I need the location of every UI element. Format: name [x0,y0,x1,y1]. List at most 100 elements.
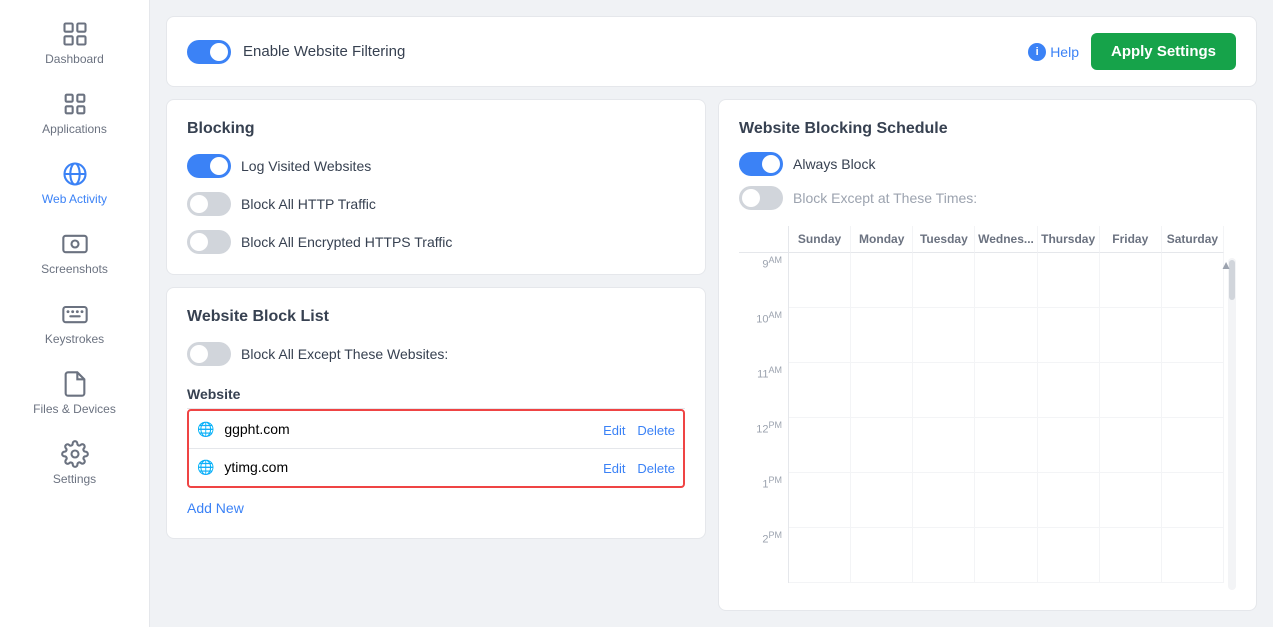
cal-header-mon: Monday [851,226,913,253]
cal-cell[interactable] [851,253,913,308]
cal-cell[interactable] [789,253,851,308]
block-list-title: Website Block List [187,308,685,326]
cal-cell[interactable] [789,473,851,528]
toggle-slider [187,40,231,64]
cal-cell[interactable] [1162,308,1224,363]
cal-cell[interactable] [1100,528,1162,583]
delete-link-0[interactable]: Delete [637,423,675,438]
sidebar-item-web-activity[interactable]: Web Activity [0,148,149,218]
cal-cell[interactable] [1038,528,1100,583]
screenshots-icon [61,230,89,258]
cal-cell[interactable] [913,528,975,583]
calendar-grid: Sunday Monday Tuesday Wednes... Thursday… [739,226,1236,583]
cal-cell[interactable] [851,528,913,583]
cal-cell[interactable] [1038,308,1100,363]
apply-settings-button[interactable]: Apply Settings [1091,33,1236,70]
cal-header-tue: Tuesday [913,226,975,253]
website-table: Website [187,380,685,409]
cal-cell[interactable] [1038,363,1100,418]
cal-time-2pm: 2PM [739,528,789,583]
cal-cell[interactable] [1038,473,1100,528]
sidebar-item-dashboard[interactable]: Dashboard [0,8,149,78]
website-filtering-toggle[interactable] [187,40,231,64]
globe-icon: 🌐 [197,459,214,475]
toggle-slider [739,186,783,210]
cal-cell[interactable] [913,363,975,418]
cal-cell[interactable] [1162,253,1224,308]
applications-icon [61,90,89,118]
globe-icon: 🌐 [197,421,214,437]
log-visited-toggle[interactable] [187,154,231,178]
top-bar: Enable Website Filtering i Help Apply Se… [166,16,1257,87]
always-block-toggle[interactable] [739,152,783,176]
cal-cell[interactable] [975,418,1037,473]
except-times-toggle[interactable] [739,186,783,210]
table-row: 🌐 ytimg.com Edit Delete [189,449,683,487]
sidebar-item-settings[interactable]: Settings [0,428,149,498]
help-icon: i [1028,43,1046,61]
cal-header-sat: Saturday [1162,226,1224,253]
delete-link-1[interactable]: Delete [637,461,675,476]
cal-cell[interactable] [913,418,975,473]
cal-header-sun: Sunday [789,226,851,253]
sidebar-item-keystrokes[interactable]: Keystrokes [0,288,149,358]
cal-cell[interactable] [913,308,975,363]
block-http-toggle[interactable] [187,192,231,216]
cal-cell[interactable] [913,473,975,528]
cal-cell[interactable] [851,473,913,528]
cal-cell[interactable] [1162,363,1224,418]
scroll-up-arrow[interactable]: ▲ [1220,258,1232,272]
cal-header-thu: Thursday [1038,226,1100,253]
toggle-slider [187,192,231,216]
cal-cell[interactable] [1162,418,1224,473]
cal-cell[interactable] [851,308,913,363]
cal-cell[interactable] [789,418,851,473]
log-visited-label: Log Visited Websites [241,158,371,174]
sidebar-item-applications[interactable]: Applications [0,78,149,148]
scrollbar[interactable] [1228,258,1236,590]
block-https-toggle[interactable] [187,230,231,254]
cal-cell[interactable] [789,363,851,418]
cal-cell[interactable] [1100,418,1162,473]
cal-cell[interactable] [913,253,975,308]
cal-cell[interactable] [1162,528,1224,583]
cal-time-1pm: 1PM [739,473,789,528]
cal-cell[interactable] [1162,473,1224,528]
top-bar-left: Enable Website Filtering [187,40,405,64]
content-row: Blocking Log Visited Websites [166,99,1257,611]
cal-cell[interactable] [1100,308,1162,363]
edit-link-0[interactable]: Edit [603,423,625,438]
blocking-item-http: Block All HTTP Traffic [187,192,685,216]
edit-link-1[interactable]: Edit [603,461,625,476]
cal-cell[interactable] [1100,473,1162,528]
web-activity-icon [61,160,89,188]
schedule-panel: Website Blocking Schedule Always Block B… [718,99,1257,611]
cal-cell[interactable] [789,528,851,583]
cal-cell[interactable] [1100,363,1162,418]
block-http-label: Block All HTTP Traffic [241,196,376,212]
cal-cell[interactable] [1100,253,1162,308]
cal-cell[interactable] [975,363,1037,418]
sidebar-item-screenshots[interactable]: Screenshots [0,218,149,288]
add-new-link[interactable]: Add New [187,500,244,516]
cal-cell[interactable] [1038,253,1100,308]
blocking-item-https: Block All Encrypted HTTPS Traffic [187,230,685,254]
cal-cell[interactable] [975,308,1037,363]
cal-cell[interactable] [789,308,851,363]
keystrokes-icon [61,300,89,328]
cal-cell[interactable] [975,473,1037,528]
main-content: Enable Website Filtering i Help Apply Se… [150,0,1273,627]
cal-cell[interactable] [1038,418,1100,473]
cal-cell[interactable] [975,253,1037,308]
cal-time-11am: 11AM [739,363,789,418]
blocking-item-log: Log Visited Websites [187,154,685,178]
block-except-toggle[interactable] [187,342,231,366]
website-filtering-label: Enable Website Filtering [243,43,405,60]
cal-cell[interactable] [975,528,1037,583]
toggle-slider [187,342,231,366]
cal-cell[interactable] [851,418,913,473]
cal-cell[interactable] [851,363,913,418]
sidebar-item-files-devices[interactable]: Files & Devices [0,358,149,428]
sidebar-item-label: Applications [42,122,107,136]
help-link[interactable]: i Help [1028,43,1079,61]
